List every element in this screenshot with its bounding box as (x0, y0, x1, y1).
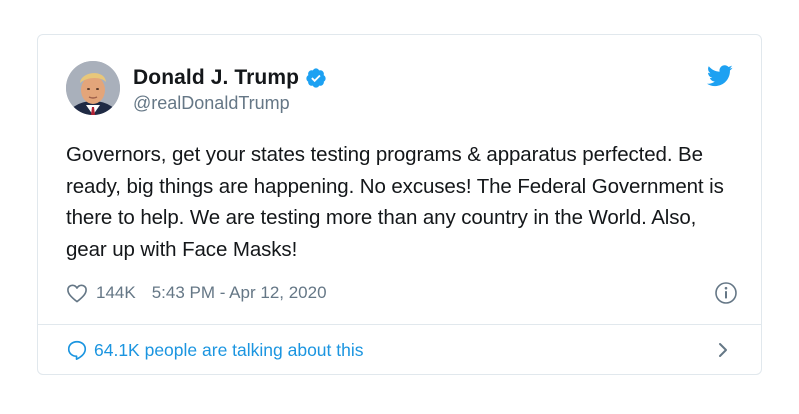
author-info: Donald J. Trump @realDonaldTrump (133, 65, 327, 114)
tweet-header: Donald J. Trump @realDonaldTrump (66, 61, 726, 117)
tweet-embed-card: Donald J. Trump @realDonaldTrump Governo… (37, 34, 762, 375)
author-avatar[interactable] (66, 61, 120, 115)
conversation-count-label[interactable]: 64.1K people are talking about this (94, 340, 364, 361)
info-icon[interactable] (714, 281, 738, 305)
twitter-bird-icon[interactable] (706, 65, 733, 87)
like-count[interactable]: 144K (96, 283, 136, 303)
verified-badge-icon (305, 67, 327, 89)
conversation-link[interactable]: 64.1K people are talking about this (66, 337, 738, 363)
tweet-timestamp[interactable]: 5:43 PM - Apr 12, 2020 (152, 283, 327, 303)
tweet-text: Governors, get your states testing progr… (66, 143, 724, 261)
heart-icon[interactable] (66, 283, 88, 303)
chevron-right-icon[interactable] (716, 340, 730, 360)
card-divider (38, 324, 761, 325)
avatar-image (66, 61, 120, 115)
author-handle[interactable]: @realDonaldTrump (133, 93, 327, 114)
tweet-meta: 144K 5:43 PM - Apr 12, 2020 (66, 281, 738, 305)
author-name-row: Donald J. Trump (133, 65, 327, 91)
speech-bubble-icon (66, 339, 88, 361)
author-name[interactable]: Donald J. Trump (133, 66, 299, 90)
